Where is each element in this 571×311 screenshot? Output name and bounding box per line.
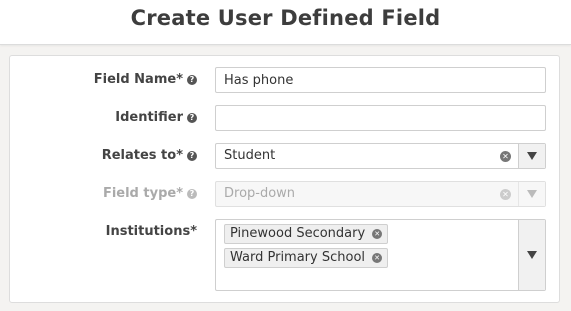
relates-to-value: Student [224, 148, 276, 163]
institution-tag-label: Ward Primary School [230, 250, 366, 265]
identifier-label: Identifier ? [115, 110, 197, 125]
field-name-input[interactable] [215, 67, 546, 93]
field-type-label-text: Field type* [102, 186, 183, 201]
field-name-label-text: Field Name* [93, 72, 183, 87]
help-icon[interactable]: ? [187, 74, 197, 85]
field-type-select: Drop-down ✕ [215, 181, 546, 207]
field-type-value: Drop-down [224, 186, 296, 201]
institutions-label: Institutions* [106, 224, 197, 239]
field-type-label: Field type* ? [103, 186, 197, 201]
dropdown-arrow-icon [518, 182, 545, 206]
institution-tag: Ward Primary School ✕ [224, 248, 389, 268]
form-card: Field Name* ? Identifier ? Relates to* ?… [9, 55, 560, 303]
dropdown-arrow-icon[interactable] [518, 220, 545, 290]
dropdown-arrow-icon[interactable] [518, 144, 545, 168]
institutions-multiselect[interactable]: Pinewood Secondary ✕ Ward Primary School… [215, 219, 546, 291]
page-title: Create User Defined Field [130, 6, 441, 30]
relates-to-label-text: Relates to* [101, 148, 183, 163]
help-icon[interactable]: ? [187, 188, 197, 199]
help-icon[interactable]: ? [187, 112, 197, 123]
relates-to-label: Relates to* ? [102, 148, 197, 163]
remove-tag-icon[interactable]: ✕ [372, 229, 383, 239]
institution-tag: Pinewood Secondary ✕ [224, 224, 389, 244]
institution-tag-label: Pinewood Secondary [230, 226, 366, 241]
clear-icon[interactable]: ✕ [500, 151, 511, 162]
clear-icon: ✕ [500, 189, 511, 200]
remove-tag-icon[interactable]: ✕ [372, 253, 383, 263]
help-icon[interactable]: ? [187, 150, 197, 161]
page-header: Create User Defined Field [0, 0, 571, 45]
identifier-label-text: Identifier [115, 110, 183, 125]
identifier-input[interactable] [215, 105, 546, 131]
institutions-label-text: Institutions* [105, 224, 197, 239]
relates-to-select[interactable]: Student ✕ [215, 143, 546, 169]
field-name-label: Field Name* ? [94, 72, 197, 87]
